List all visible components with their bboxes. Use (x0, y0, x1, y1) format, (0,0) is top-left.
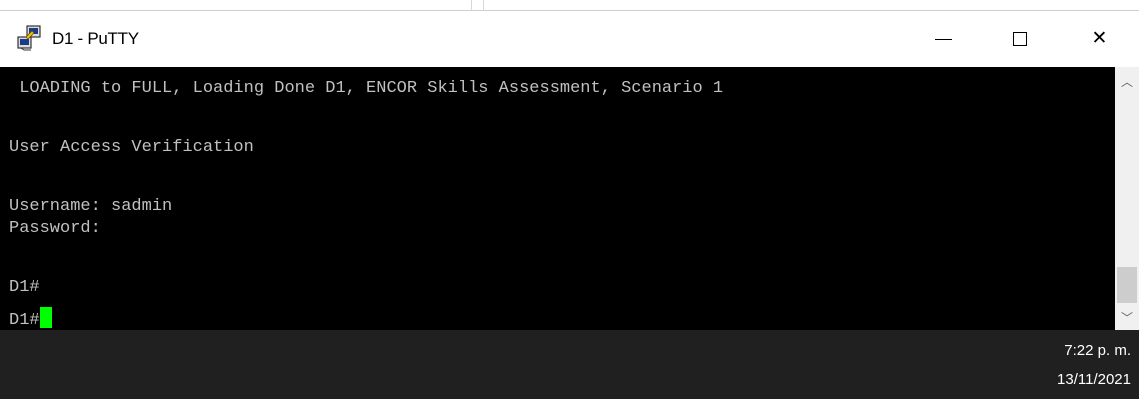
chevron-down-icon[interactable]: ﹀ (1115, 305, 1139, 329)
terminal-prompt: D1# (9, 311, 40, 330)
close-button[interactable]: ✕ (1071, 11, 1128, 66)
putty-icon[interactable] (16, 25, 42, 51)
window-seam (483, 0, 484, 10)
terminal-line: LOADING to FULL, Loading Done D1, ENCOR … (9, 79, 724, 98)
minimize-button[interactable] (915, 11, 972, 66)
minimize-icon (935, 38, 952, 41)
terminal-line: User Access Verification (9, 138, 254, 157)
text-cursor (39, 307, 52, 328)
window-seam (471, 0, 472, 10)
terminal-line: Password: (9, 219, 101, 238)
maximize-button[interactable] (991, 11, 1048, 66)
close-icon: ✕ (1091, 28, 1108, 49)
terminal-area[interactable]: LOADING to FULL, Loading Done D1, ENCOR … (0, 67, 1115, 331)
terminal-line: D1# (9, 278, 40, 297)
title-bar[interactable]: D1 - PuTTY ✕ (0, 11, 1139, 66)
taskbar: 7:22 p. m. 13/11/2021 (0, 330, 1139, 399)
clock-time: 7:22 p. m. (1064, 342, 1131, 359)
maximize-icon (1012, 31, 1027, 46)
desktop-top-strip (0, 0, 1139, 10)
terminal-prompt-line: D1# (9, 307, 52, 331)
chevron-up-icon[interactable]: ︿ (1115, 69, 1139, 93)
clock-date: 13/11/2021 (1057, 371, 1131, 388)
taskbar-clock[interactable]: 7:22 p. m. 13/11/2021 (1057, 336, 1131, 394)
terminal-line: Username: sadmin (9, 197, 173, 216)
putty-window: D1 - PuTTY ✕ LOADING to FULL, Loading Do… (0, 10, 1139, 331)
vertical-scrollbar[interactable]: ︿ ﹀ (1115, 67, 1139, 331)
window-title: D1 - PuTTY (52, 29, 139, 48)
scrollbar-thumb[interactable] (1117, 267, 1137, 303)
